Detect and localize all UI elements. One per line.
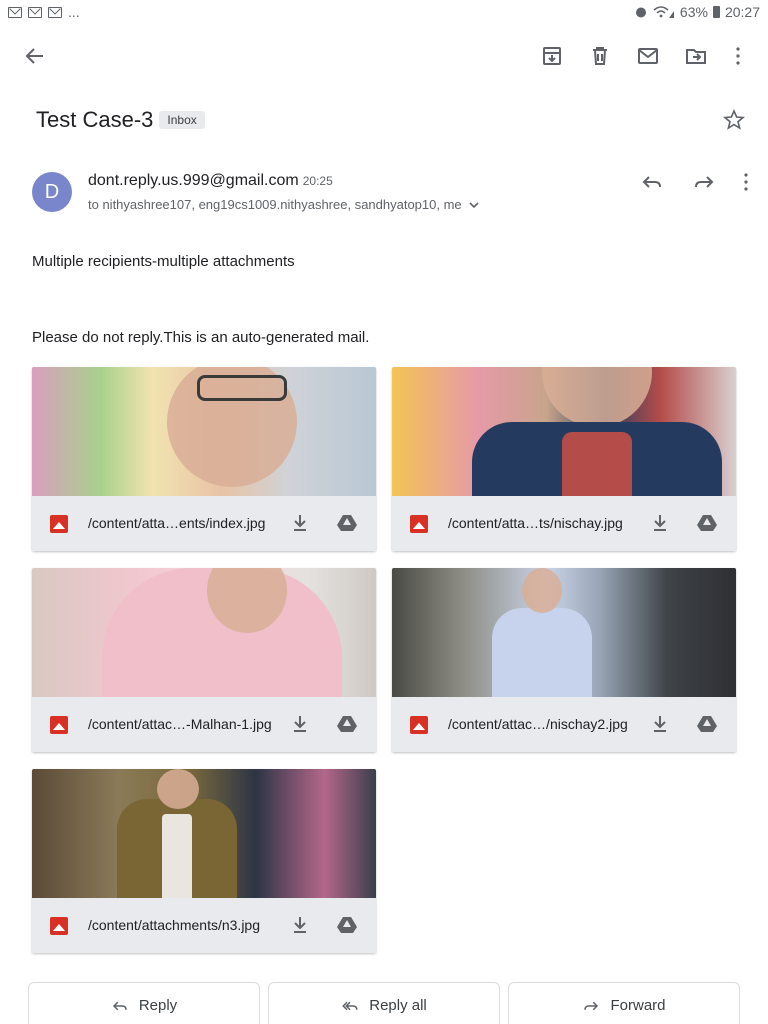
reply-all-label: Reply all	[369, 997, 427, 1014]
gmail-notification-icon	[48, 6, 62, 18]
download-icon[interactable]	[290, 714, 310, 734]
reply-icon-button[interactable]	[640, 168, 664, 196]
sender-avatar[interactable]: D	[32, 172, 72, 212]
delete-button[interactable]	[584, 40, 616, 72]
reply-button[interactable]: Reply	[28, 982, 260, 1024]
attachment-filename: /content/attac…/nischay2.jpg	[448, 716, 628, 732]
attachment-filename: /content/atta…ts/nischay.jpg	[448, 515, 623, 531]
more-vertical-icon	[736, 47, 740, 65]
gmail-notification-icon	[8, 6, 22, 18]
attachment-footer: /content/attachments/n3.jpg	[32, 898, 376, 953]
reply-bar: Reply Reply all Forward	[28, 982, 740, 1024]
alarm-icon	[635, 7, 646, 18]
save-to-drive-icon[interactable]	[696, 714, 718, 734]
attachment-thumbnail[interactable]	[392, 367, 736, 496]
more-options-button[interactable]	[722, 40, 754, 72]
attachment-thumbnail[interactable]	[32, 568, 376, 697]
forward-icon	[584, 1001, 599, 1010]
attachment-footer: /content/attac…/nischay2.jpg	[392, 697, 736, 752]
received-time: 20:25	[302, 174, 333, 188]
back-button[interactable]	[19, 40, 51, 72]
reply-icon	[112, 1001, 127, 1010]
image-file-icon	[410, 716, 428, 734]
toolbar	[0, 32, 768, 80]
attachment-card[interactable]: /content/atta…ts/nischay.jpg	[392, 367, 736, 551]
wifi-signal-icon	[653, 6, 674, 18]
attachment-filename: /content/atta…ents/index.jpg	[88, 515, 266, 531]
chevron-down-icon	[469, 201, 479, 208]
reply-label: Reply	[138, 997, 178, 1014]
save-to-drive-icon[interactable]	[336, 915, 358, 935]
notification-icons: ...	[8, 4, 80, 20]
forward-button[interactable]: Forward	[508, 982, 740, 1024]
forward-icon	[695, 176, 714, 188]
attachment-filename: /content/attachments/n3.jpg	[88, 917, 260, 933]
status-indicators: 63% 20:27	[634, 4, 760, 20]
message-more-button[interactable]	[734, 168, 758, 196]
move-to-folder-icon	[686, 49, 706, 64]
download-icon[interactable]	[650, 714, 670, 734]
more-notifications: ...	[68, 4, 80, 20]
gmail-notification-icon	[28, 6, 42, 18]
attachment-card[interactable]: /content/atta…ents/index.jpg	[32, 367, 376, 551]
attachment-footer: /content/atta…ents/index.jpg	[32, 496, 376, 551]
download-icon[interactable]	[290, 915, 310, 935]
attachment-footer: /content/atta…ts/nischay.jpg	[392, 496, 736, 551]
mark-unread-button[interactable]	[632, 40, 664, 72]
reply-icon	[642, 176, 661, 188]
reply-all-button[interactable]: Reply all	[268, 982, 500, 1024]
trash-icon	[593, 47, 607, 65]
image-file-icon	[50, 515, 68, 533]
archive-icon	[543, 47, 561, 65]
attachment-footer: /content/attac…-Malhan-1.jpg	[32, 697, 376, 752]
attachment-thumbnail[interactable]	[392, 568, 736, 697]
recipients-text: to nithyashree107, eng19cs1009.nithyashr…	[88, 197, 462, 212]
attachment-card[interactable]: /content/attac…/nischay2.jpg	[392, 568, 736, 752]
arrow-left-icon	[25, 48, 43, 64]
archive-button[interactable]	[536, 40, 568, 72]
attachment-thumbnail[interactable]	[32, 367, 376, 496]
status-bar: ... 63% 20:27	[0, 0, 768, 24]
star-icon[interactable]	[722, 108, 746, 132]
battery-level: 63%	[679, 4, 708, 20]
save-to-drive-icon[interactable]	[696, 513, 718, 533]
attachment-card[interactable]: /content/attachments/n3.jpg	[32, 769, 376, 953]
battery-icon	[712, 6, 720, 18]
recipients-row[interactable]: to nithyashree107, eng19cs1009.nithyashr…	[88, 197, 480, 212]
sender-line: dont.reply.us.999@gmail.com 20:25	[88, 172, 333, 190]
inbox-label-chip[interactable]: Inbox	[159, 111, 205, 129]
attachment-thumbnail[interactable]	[32, 769, 376, 898]
save-to-drive-icon[interactable]	[336, 513, 358, 533]
forward-label: Forward	[610, 997, 666, 1014]
clock: 20:27	[724, 4, 760, 20]
reply-all-icon	[342, 1001, 358, 1010]
forward-icon-button[interactable]	[692, 168, 716, 196]
image-file-icon	[50, 917, 68, 935]
more-vertical-icon	[744, 173, 748, 191]
move-to-button[interactable]	[680, 40, 712, 72]
attachment-filename: /content/attac…-Malhan-1.jpg	[88, 716, 272, 732]
subject-row: Test Case-3 Inbox	[36, 104, 756, 136]
image-file-icon	[50, 716, 68, 734]
save-to-drive-icon[interactable]	[336, 714, 358, 734]
body-line-2: Please do not reply.This is an auto-gene…	[32, 329, 370, 346]
image-file-icon	[410, 515, 428, 533]
download-icon[interactable]	[290, 513, 310, 533]
email-subject: Test Case-3	[36, 107, 154, 132]
attachment-card[interactable]: /content/attac…-Malhan-1.jpg	[32, 568, 376, 752]
mail-icon	[638, 48, 658, 64]
body-line-1: Multiple recipients-multiple attachments	[32, 253, 295, 270]
download-icon[interactable]	[650, 513, 670, 533]
sender-email[interactable]: dont.reply.us.999@gmail.com	[88, 172, 299, 189]
